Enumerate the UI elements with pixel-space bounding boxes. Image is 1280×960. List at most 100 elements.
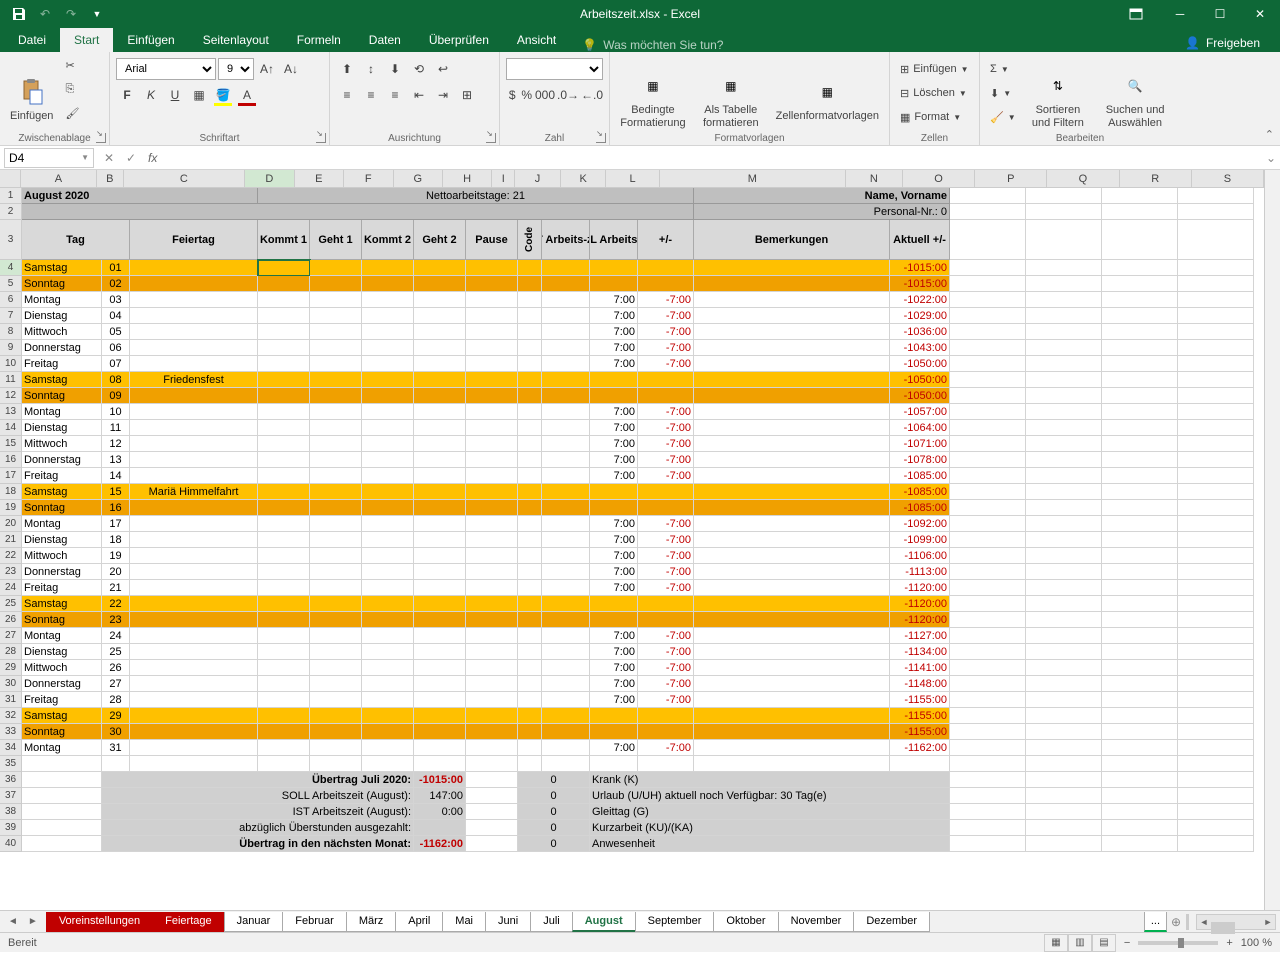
- row-header[interactable]: 37: [0, 788, 22, 804]
- cell[interactable]: [22, 836, 102, 852]
- cell[interactable]: [362, 292, 414, 308]
- cell[interactable]: [1178, 724, 1254, 740]
- cell[interactable]: [1102, 644, 1178, 660]
- new-sheet-button[interactable]: ⊕: [1166, 915, 1186, 929]
- cell[interactable]: Sonntag: [22, 388, 102, 404]
- cell[interactable]: [950, 356, 1026, 372]
- cell[interactable]: [950, 292, 1026, 308]
- horizontal-scrollbar[interactable]: ◄►: [1196, 914, 1276, 930]
- comma-format-icon[interactable]: 000: [535, 84, 555, 106]
- cell[interactable]: [1026, 820, 1102, 836]
- cell[interactable]: [518, 612, 542, 628]
- cell[interactable]: 19: [102, 548, 130, 564]
- cell[interactable]: -7:00: [638, 676, 694, 692]
- cell[interactable]: [542, 532, 590, 548]
- undo-icon[interactable]: ↶: [34, 3, 56, 25]
- cell[interactable]: [950, 804, 1026, 820]
- row-header[interactable]: 26: [0, 612, 22, 628]
- cell[interactable]: Donnerstag: [22, 676, 102, 692]
- cell[interactable]: Montag: [22, 740, 102, 756]
- cell[interactable]: [258, 324, 310, 340]
- cell[interactable]: [950, 188, 1026, 204]
- sheet-tab-september[interactable]: September: [635, 912, 715, 932]
- cell[interactable]: [1026, 220, 1102, 260]
- cell[interactable]: -1043:00: [890, 340, 950, 356]
- cell[interactable]: [1026, 388, 1102, 404]
- cell[interactable]: [130, 644, 258, 660]
- cell[interactable]: [22, 204, 694, 220]
- sheet-tab-voreinstellungen[interactable]: Voreinstellungen: [46, 912, 153, 932]
- cell[interactable]: [310, 548, 362, 564]
- cell[interactable]: [466, 324, 518, 340]
- qat-customize-icon[interactable]: ▼: [86, 3, 108, 25]
- cell[interactable]: 0: [518, 804, 590, 820]
- cell[interactable]: [694, 292, 890, 308]
- cell[interactable]: Nettoarbeitstage: 21: [258, 188, 694, 204]
- cell[interactable]: [1178, 708, 1254, 724]
- cell[interactable]: [362, 692, 414, 708]
- cell[interactable]: [1178, 612, 1254, 628]
- row-header[interactable]: 24: [0, 580, 22, 596]
- cut-button[interactable]: ✂: [61, 54, 83, 76]
- cell[interactable]: [1026, 788, 1102, 804]
- cell[interactable]: -1099:00: [890, 532, 950, 548]
- cell[interactable]: [310, 708, 362, 724]
- bold-button[interactable]: F: [116, 84, 138, 106]
- cell[interactable]: -1120:00: [890, 580, 950, 596]
- cell[interactable]: [310, 356, 362, 372]
- cell[interactable]: Sonntag: [22, 724, 102, 740]
- cell[interactable]: [1026, 644, 1102, 660]
- cell[interactable]: 7:00: [590, 420, 638, 436]
- cell[interactable]: [414, 276, 466, 292]
- cell[interactable]: [258, 420, 310, 436]
- cell[interactable]: [1102, 724, 1178, 740]
- cell[interactable]: -1162:00: [890, 740, 950, 756]
- cell[interactable]: [414, 404, 466, 420]
- cell[interactable]: [542, 372, 590, 388]
- cell[interactable]: -7:00: [638, 436, 694, 452]
- cell[interactable]: 05: [102, 324, 130, 340]
- cell[interactable]: [1102, 596, 1178, 612]
- cell[interactable]: [1178, 564, 1254, 580]
- cell[interactable]: [1102, 188, 1178, 204]
- vertical-scrollbar[interactable]: [1264, 170, 1280, 910]
- cell[interactable]: [542, 356, 590, 372]
- cell[interactable]: [542, 676, 590, 692]
- cell[interactable]: [694, 388, 890, 404]
- cell[interactable]: [362, 500, 414, 516]
- cell[interactable]: [1102, 772, 1178, 788]
- cell[interactable]: [1178, 580, 1254, 596]
- row-header[interactable]: 7: [0, 308, 22, 324]
- cell[interactable]: [1178, 220, 1254, 260]
- cell[interactable]: -1029:00: [890, 308, 950, 324]
- cell[interactable]: [518, 292, 542, 308]
- cell[interactable]: [1102, 484, 1178, 500]
- cell[interactable]: [950, 772, 1026, 788]
- cell[interactable]: [466, 676, 518, 692]
- cell[interactable]: [466, 644, 518, 660]
- cell[interactable]: [542, 468, 590, 484]
- cell[interactable]: Samstag: [22, 484, 102, 500]
- cell[interactable]: [1026, 436, 1102, 452]
- cell[interactable]: [466, 740, 518, 756]
- cell[interactable]: [466, 468, 518, 484]
- cell[interactable]: [310, 644, 362, 660]
- cell[interactable]: [1178, 204, 1254, 220]
- sheet-tab-juli[interactable]: Juli: [530, 912, 573, 932]
- cell[interactable]: [694, 324, 890, 340]
- cell[interactable]: [1178, 660, 1254, 676]
- cell[interactable]: [466, 612, 518, 628]
- name-box[interactable]: D4▼: [4, 148, 94, 168]
- cell[interactable]: [950, 820, 1026, 836]
- cell[interactable]: [22, 756, 102, 772]
- cell[interactable]: [542, 548, 590, 564]
- cell[interactable]: [362, 340, 414, 356]
- row-header[interactable]: 30: [0, 676, 22, 692]
- cell[interactable]: Freitag: [22, 692, 102, 708]
- zoom-out-button[interactable]: −: [1124, 937, 1130, 949]
- cell[interactable]: [466, 340, 518, 356]
- cell[interactable]: -1120:00: [890, 612, 950, 628]
- cell[interactable]: [258, 308, 310, 324]
- normal-view-icon[interactable]: ▦: [1044, 934, 1068, 952]
- cell[interactable]: [518, 468, 542, 484]
